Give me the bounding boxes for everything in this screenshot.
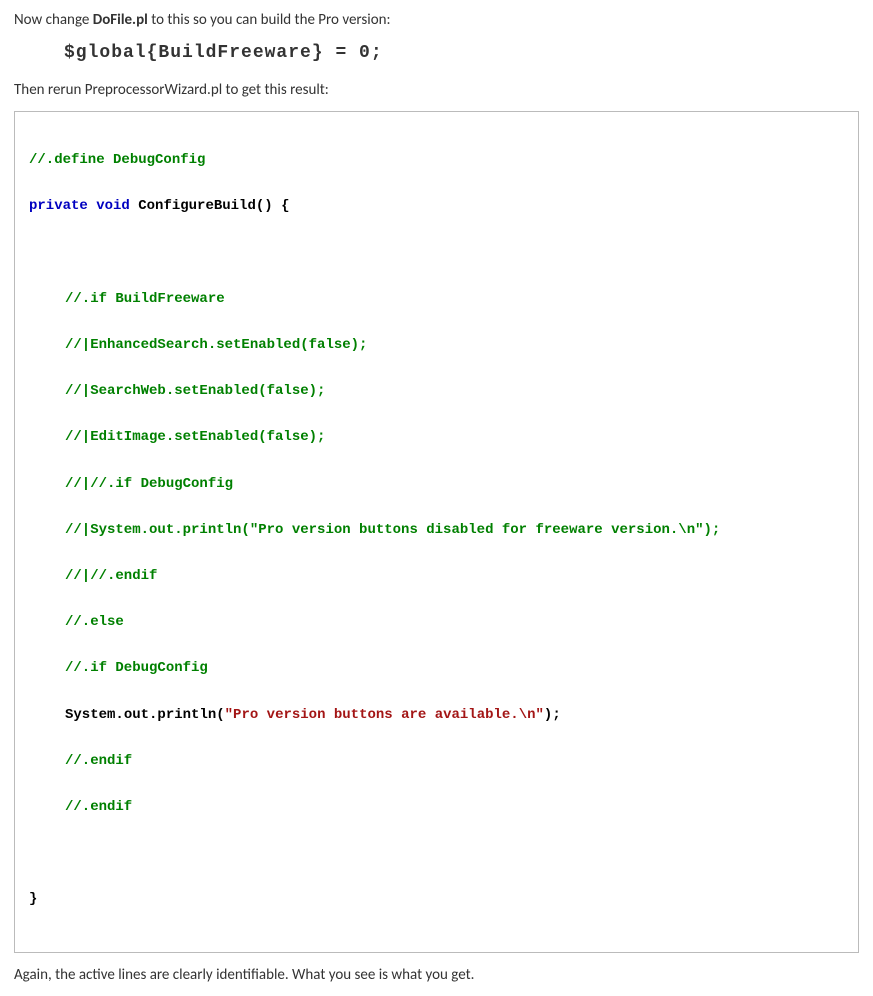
code-line-14: //.endif [65,799,132,815]
inline-code: $global{BuildFreeware} = 0; [64,41,859,66]
code-line-8: //|System.out.println("Pro version butto… [65,522,720,538]
code-line-13: //.endif [65,753,132,769]
intro1-pre: Now change [14,11,93,29]
code-line-6: //|EditImage.setEnabled(false); [65,429,325,445]
code-line-11: //.if DebugConfig [65,660,208,676]
outro-paragraph: Again, the active lines are clearly iden… [14,965,859,986]
code-line-10: //.else [65,614,124,630]
code-block: //.define DebugConfig private void Confi… [14,111,859,953]
code-line-9: //|//.endif [65,568,157,584]
filename: DoFile.pl [93,11,148,29]
intro-paragraph-2: Then rerun PreprocessorWizard.pl to get … [14,80,859,101]
code-line-15: } [29,891,37,907]
code-line-1: //.define DebugConfig [29,152,205,168]
code-line-3: //.if BuildFreeware [65,291,225,307]
code-line-2: private void ConfigureBuild() { [29,195,844,218]
intro1-post: to this so you can build the Pro version… [148,11,391,29]
code-line-4: //|EnhancedSearch.setEnabled(false); [65,337,367,353]
code-line-5: //|SearchWeb.setEnabled(false); [65,383,325,399]
code-line-12: System.out.println("Pro version buttons … [29,704,844,727]
intro-paragraph-1: Now change DoFile.pl to this so you can … [14,10,859,31]
code-line-7: //|//.if DebugConfig [65,476,233,492]
